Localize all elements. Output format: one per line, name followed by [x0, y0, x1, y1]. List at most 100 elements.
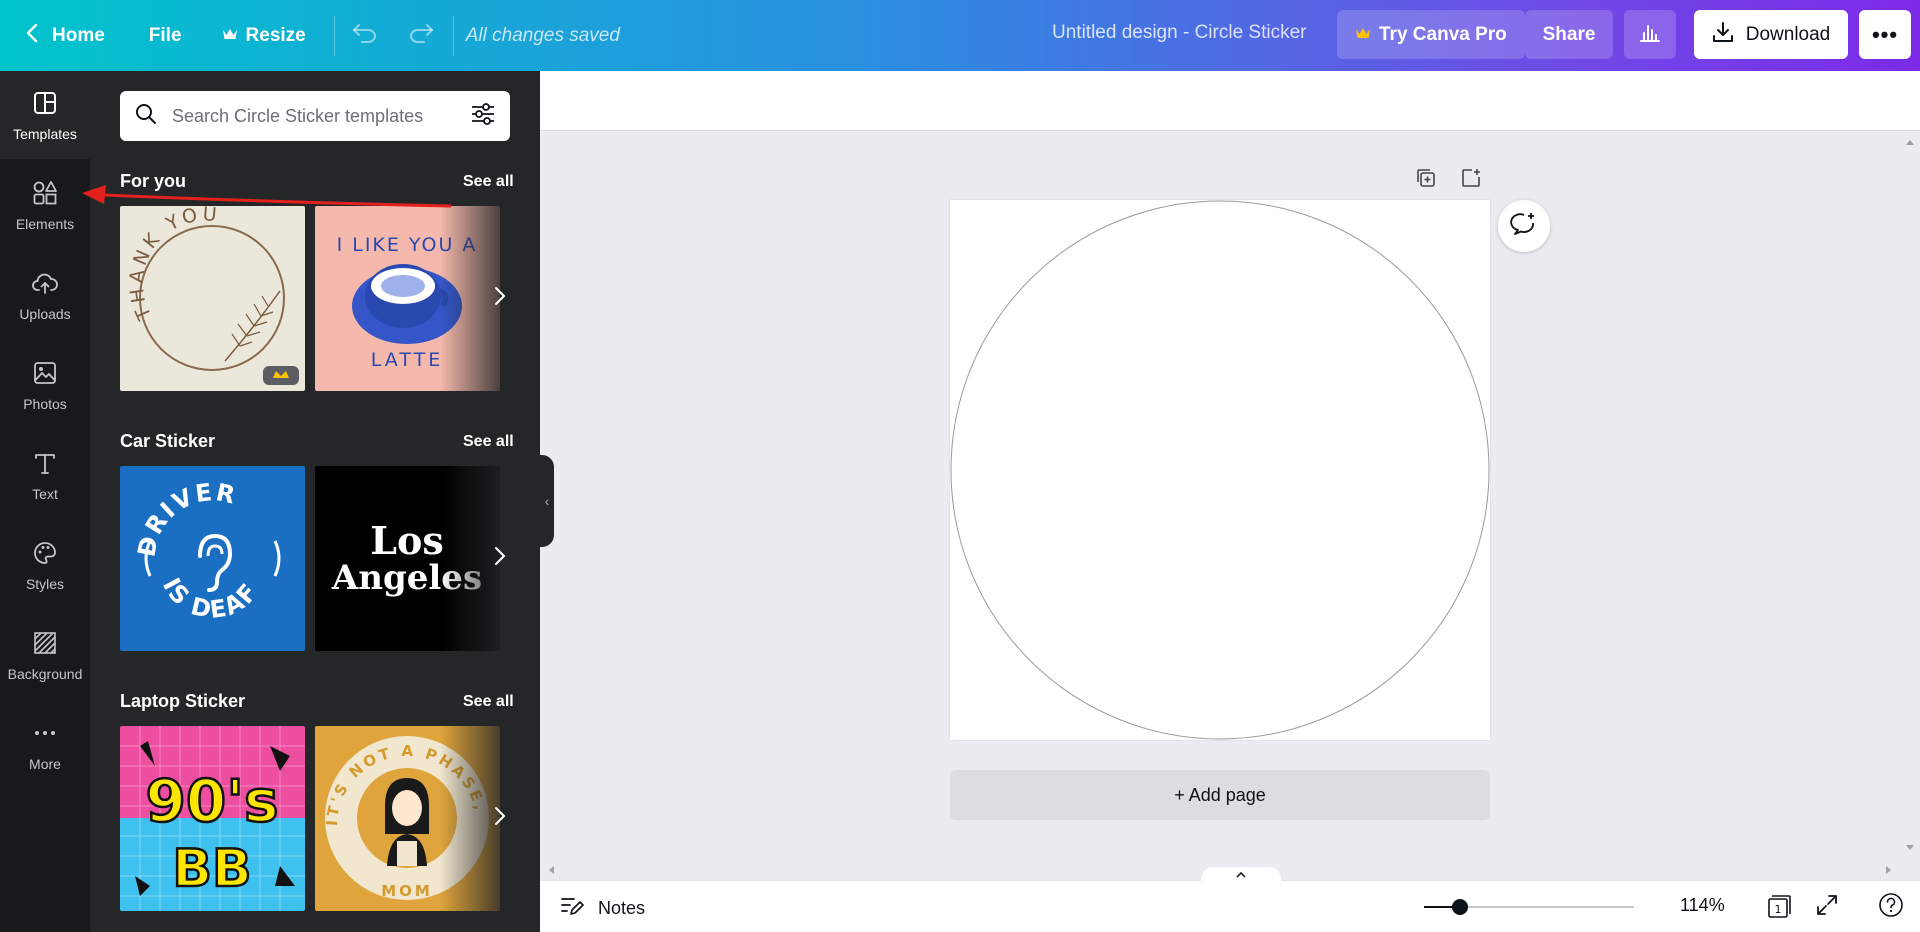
notes-icon	[560, 895, 584, 922]
svg-text:Los: Los	[370, 518, 443, 563]
vertical-scrollbar[interactable]	[1900, 131, 1920, 861]
chevron-left-icon	[26, 23, 38, 49]
insights-button[interactable]	[1624, 10, 1676, 59]
zoom-value[interactable]: 114%	[1680, 895, 1725, 916]
redo-icon	[408, 23, 434, 48]
help-button[interactable]	[1876, 892, 1906, 922]
rail-label: Photos	[23, 395, 67, 412]
nineties-bb-template-art: 90's BB	[120, 726, 305, 911]
page-count-button[interactable]: 1	[1764, 892, 1794, 922]
pages-icon: 1	[1768, 895, 1791, 918]
redo-button[interactable]	[397, 15, 445, 57]
save-status: All changes saved	[465, 24, 620, 46]
driver-is-deaf-template-art: DRIVER IS DEAF	[120, 466, 305, 651]
template-thumbnail[interactable]: THANK YOU	[120, 206, 305, 391]
add-page-above-button[interactable]	[1457, 166, 1485, 194]
notes-button[interactable]: Notes	[560, 895, 645, 922]
rail-item-elements[interactable]: Elements	[0, 161, 90, 249]
add-page-button[interactable]: + Add page	[950, 770, 1490, 820]
rail-label: Uploads	[19, 305, 71, 322]
svg-text:LATTE: LATTE	[371, 349, 443, 371]
editor-toolbar	[540, 71, 1920, 131]
rail-item-text[interactable]: Text	[0, 431, 90, 519]
resize-button[interactable]: Resize	[210, 15, 318, 57]
crown-icon	[1355, 24, 1371, 46]
rail-label: Styles	[25, 575, 65, 592]
zoom-slider[interactable]	[1424, 899, 1634, 915]
share-label: Share	[1542, 23, 1596, 45]
rail-label: Text	[32, 485, 58, 502]
rail-item-more[interactable]: More	[0, 701, 90, 789]
section-title: Car Sticker	[120, 431, 216, 451]
download-label: Download	[1745, 23, 1831, 45]
side-rail: Templates Elements Uploads Photos Text S…	[0, 71, 90, 932]
svg-text:90's: 90's	[146, 767, 279, 835]
see-all-link[interactable]: See all	[463, 693, 514, 711]
chevron-right-icon	[494, 286, 506, 311]
add-page-label: + Add page	[1174, 784, 1266, 805]
help-icon	[1878, 892, 1904, 923]
template-thumbnail[interactable]: 90's BB	[120, 726, 305, 911]
section-title: Laptop Sticker	[120, 691, 246, 711]
more-dots-icon	[31, 719, 59, 750]
bottom-bar: Notes 114% 1	[540, 867, 1920, 932]
comment-plus-icon	[1510, 210, 1538, 243]
search-input[interactable]	[172, 105, 456, 127]
more-dots-icon: •••	[1871, 21, 1899, 47]
share-button[interactable]: Share	[1525, 10, 1613, 59]
page-count: 1	[1775, 903, 1782, 916]
home-label: Home	[52, 24, 105, 46]
collapse-panel-button[interactable]: ‹	[540, 455, 554, 547]
circle-sticker-outline	[950, 200, 1490, 740]
image-icon	[31, 359, 59, 390]
fullscreen-button[interactable]	[1812, 892, 1842, 922]
bar-chart-icon	[1639, 21, 1661, 48]
top-bar: Home File Resize All changes saved Untit…	[0, 0, 1920, 71]
zoom-slider-handle[interactable]	[1451, 899, 1468, 915]
rail-label: Elements	[15, 215, 75, 232]
duplicate-icon	[1415, 167, 1437, 194]
notes-label: Notes	[598, 898, 646, 918]
search-icon	[134, 102, 158, 131]
try-canva-pro-button[interactable]: Try Canva Pro	[1337, 10, 1525, 59]
expand-pages-button[interactable]	[1201, 867, 1281, 883]
upload-cloud-icon	[31, 269, 59, 300]
text-icon	[31, 449, 59, 480]
add-comment-button[interactable]	[1498, 200, 1550, 252]
design-title[interactable]: Untitled design - Circle Sticker	[1052, 22, 1306, 44]
rail-item-uploads[interactable]: Uploads	[0, 251, 90, 339]
file-menu-button[interactable]: File	[137, 15, 194, 57]
scroll-right-button[interactable]	[490, 268, 510, 328]
design-page[interactable]	[950, 200, 1490, 740]
chevron-up-icon	[1235, 868, 1247, 882]
home-button[interactable]: Home	[14, 15, 117, 57]
see-all-link[interactable]: See all	[463, 433, 514, 451]
rail-item-templates[interactable]: Templates	[0, 71, 90, 159]
undo-button[interactable]	[341, 15, 389, 57]
template-search	[120, 91, 510, 141]
download-button[interactable]: Download	[1694, 10, 1848, 59]
rail-label: More	[29, 755, 61, 772]
svg-text:MOM: MOM	[381, 882, 433, 900]
filter-sliders-icon[interactable]	[470, 102, 496, 131]
duplicate-page-button[interactable]	[1412, 166, 1440, 194]
template-thumbnail[interactable]: DRIVER IS DEAF	[120, 466, 305, 651]
scroll-right-button[interactable]	[490, 788, 510, 848]
expand-arrows-icon	[1815, 893, 1839, 922]
rail-label: Background	[7, 665, 83, 682]
rail-item-background[interactable]: Background	[0, 611, 90, 699]
toolbar-divider	[333, 15, 335, 56]
resize-label: Resize	[245, 24, 306, 46]
chevron-right-icon	[494, 546, 506, 571]
undo-icon	[352, 23, 378, 48]
scroll-right-button[interactable]	[490, 528, 510, 588]
elements-icon	[31, 179, 59, 210]
more-options-button[interactable]: •••	[1859, 10, 1911, 59]
rail-item-styles[interactable]: Styles	[0, 521, 90, 609]
rail-label: Templates	[13, 125, 77, 142]
background-hatch-icon	[31, 629, 59, 660]
see-all-link[interactable]: See all	[463, 173, 514, 191]
file-label: File	[148, 24, 182, 46]
rail-item-photos[interactable]: Photos	[0, 341, 90, 429]
try-canva-pro-label: Try Canva Pro	[1379, 23, 1507, 45]
